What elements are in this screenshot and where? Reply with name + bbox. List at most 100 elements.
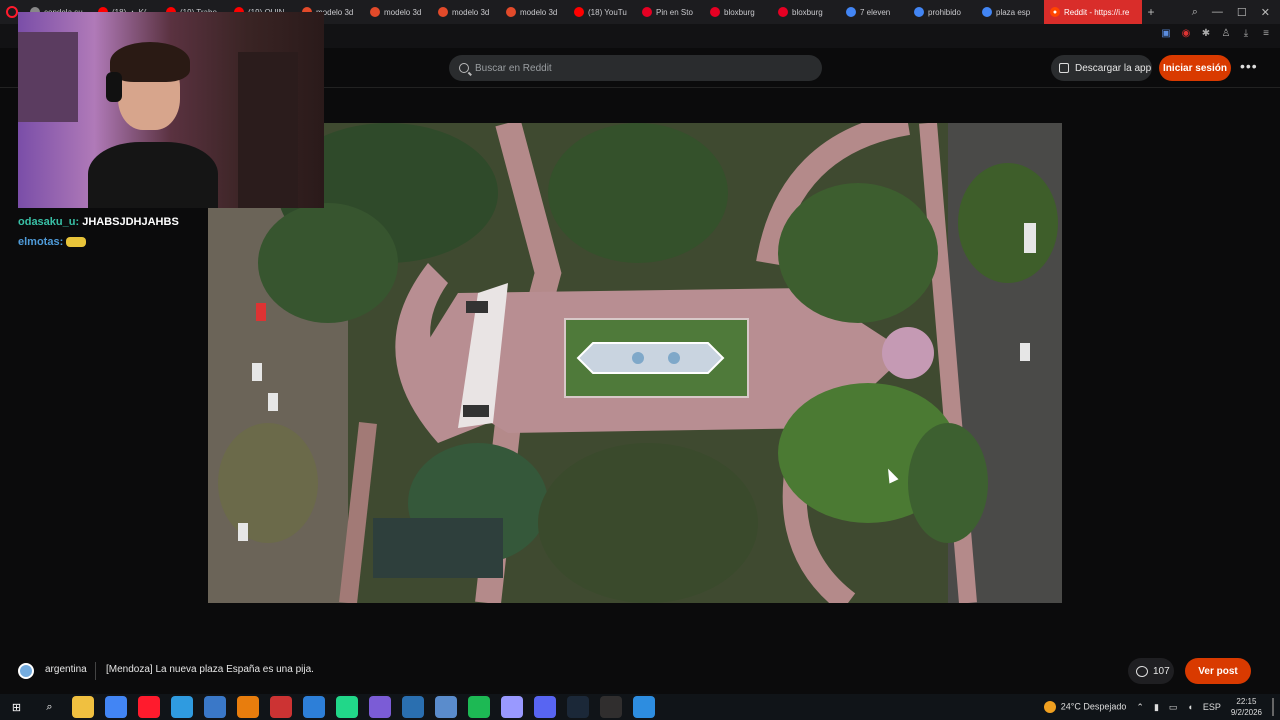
- extensions-icon[interactable]: ✱: [1200, 28, 1212, 39]
- steam-icon[interactable]: [566, 696, 589, 718]
- chat-username: odasaku_u:: [18, 216, 80, 228]
- notification-icon[interactable]: [1272, 698, 1274, 716]
- google-icon: [982, 7, 992, 17]
- tab-title: (18) YouTu: [588, 7, 627, 17]
- tab-reddit-active[interactable]: ● Reddit - https://i.re: [1044, 0, 1142, 24]
- network-icon[interactable]: ▭: [1169, 702, 1178, 713]
- blender-icon[interactable]: [236, 696, 259, 718]
- spotify-icon[interactable]: [467, 696, 490, 718]
- menu-icon[interactable]: ≡: [1260, 28, 1272, 39]
- post-bar: argentina [Mendoza] La nueva plaza Españ…: [0, 650, 1280, 692]
- get-app-label: Descargar la app: [1075, 62, 1152, 74]
- google-icon: [914, 7, 924, 17]
- volume-icon[interactable]: ◖: [1187, 702, 1192, 712]
- maximize-button[interactable]: ☐: [1237, 6, 1247, 19]
- browser-tab[interactable]: plaza esp: [976, 0, 1044, 24]
- browser-tab[interactable]: bloxburg: [772, 0, 840, 24]
- translate-icon[interactable]: ▣: [1160, 28, 1172, 39]
- search-tabs-icon[interactable]: ⌕: [1192, 6, 1198, 19]
- background-door: [238, 52, 298, 208]
- subreddit-name[interactable]: argentina: [45, 664, 87, 675]
- pycharm-icon[interactable]: [335, 696, 358, 718]
- downloads-icon[interactable]: ⤓: [1240, 28, 1252, 39]
- browser-tab[interactable]: modelo 3d: [432, 0, 500, 24]
- windows-start-icon[interactable]: ⊞: [6, 696, 28, 718]
- browser-tab[interactable]: (18) YouTu: [568, 0, 636, 24]
- weather-widget[interactable]: 24°C Despejado: [1043, 701, 1126, 713]
- qr-code-icon: [1059, 63, 1069, 73]
- discord-icon[interactable]: [533, 696, 556, 718]
- date: 9/2/2026: [1230, 708, 1262, 717]
- chat-username: elmotas:: [18, 236, 64, 248]
- divider: [95, 662, 96, 680]
- windows-taskbar: ⊞ ⌕ 24°C Despejado ⌃ ▮ ▭ ◖ ESP 22:15 9/2/…: [0, 694, 1280, 720]
- car-emote-icon: [66, 237, 87, 248]
- browser-tab[interactable]: 7 eleven: [840, 0, 908, 24]
- profile-icon[interactable]: ♙: [1220, 28, 1232, 39]
- more-options-icon[interactable]: •••: [1240, 58, 1258, 74]
- after-effects-icon[interactable]: [500, 696, 523, 718]
- tab-title: bloxburg: [792, 7, 823, 17]
- browser-tab[interactable]: bloxburg: [704, 0, 772, 24]
- browser-tab[interactable]: modelo 3d: [500, 0, 568, 24]
- vpn-icon[interactable]: ◉: [1180, 28, 1192, 39]
- app-icon[interactable]: [401, 696, 424, 718]
- comments-button[interactable]: 107: [1128, 658, 1174, 684]
- view-post-button[interactable]: Ver post: [1185, 658, 1251, 684]
- tab-title: bloxburg: [724, 7, 755, 17]
- language-indicator[interactable]: ESP: [1203, 702, 1221, 712]
- obs-icon[interactable]: [599, 696, 622, 718]
- comment-bubble-icon: [1136, 665, 1148, 677]
- app-icon[interactable]: [203, 696, 226, 718]
- streamer-webcam: [18, 12, 324, 208]
- comment-count: 107: [1153, 665, 1170, 677]
- post-image[interactable]: [208, 123, 1062, 603]
- tab-title: Pin en Sto: [656, 7, 693, 17]
- pinterest-icon: [710, 7, 720, 17]
- search-input[interactable]: Buscar en Reddit: [449, 55, 822, 81]
- close-button[interactable]: ✕: [1261, 6, 1270, 19]
- get-app-button[interactable]: Descargar la app: [1051, 55, 1152, 81]
- login-button[interactable]: Iniciar sesión: [1159, 55, 1231, 81]
- search-icon: [459, 63, 469, 73]
- photos-icon[interactable]: [302, 696, 325, 718]
- browser-tab[interactable]: Pin en Sto: [636, 0, 704, 24]
- chat-message: elmotas:: [18, 232, 208, 252]
- chat-text: JHABSJDHJAHBS: [82, 216, 179, 228]
- chrome-icon[interactable]: [104, 696, 127, 718]
- app-icon[interactable]: [632, 696, 655, 718]
- browser-tab[interactable]: modelo 3d: [364, 0, 432, 24]
- pinterest-icon: [778, 7, 788, 17]
- search-icon[interactable]: ⌕: [39, 696, 61, 718]
- extension-icons: ▣ ◉ ✱ ♙ ⤓ ≡: [1160, 28, 1272, 39]
- tab-title: 7 eleven: [860, 7, 891, 17]
- opera-icon[interactable]: [137, 696, 160, 718]
- post-title[interactable]: [Mendoza] La nueva plaza España es una p…: [106, 664, 314, 675]
- file-explorer-icon[interactable]: [71, 696, 94, 718]
- chevron-up-icon[interactable]: ⌃: [1136, 702, 1144, 713]
- edge-icon[interactable]: [170, 696, 193, 718]
- video-editor-icon[interactable]: [269, 696, 292, 718]
- chat-message: odasaku_u: JHABSJDHJAHBS: [18, 212, 208, 232]
- cad-icon: [506, 7, 516, 17]
- tab-title: plaza esp: [996, 7, 1031, 17]
- tab-title: Reddit - https://i.re: [1064, 7, 1130, 17]
- tab-title: modelo 3d: [384, 7, 422, 17]
- streamer: [88, 42, 218, 208]
- minimize-button[interactable]: —: [1212, 6, 1223, 18]
- app-icon[interactable]: [434, 696, 457, 718]
- visual-studio-icon[interactable]: [368, 696, 391, 718]
- reddit-icon: ●: [1050, 7, 1060, 17]
- time: 22:15: [1236, 697, 1257, 706]
- clock[interactable]: 22:15 9/2/2026: [1231, 696, 1262, 718]
- window-controls: ⌕ — ☐ ✕: [1192, 0, 1280, 24]
- system-tray: 24°C Despejado ⌃ ▮ ▭ ◖ ESP 22:15 9/2/202…: [1043, 694, 1274, 720]
- browser-tab[interactable]: prohibido: [908, 0, 976, 24]
- weather-icon: [1043, 701, 1056, 713]
- new-tab-button[interactable]: +: [1142, 5, 1160, 19]
- cad-icon: [438, 7, 448, 17]
- pinterest-icon: [642, 7, 652, 17]
- subreddit-avatar-icon[interactable]: [18, 663, 34, 679]
- tab-title: prohibido: [928, 7, 961, 17]
- usb-icon[interactable]: ▮: [1154, 702, 1159, 713]
